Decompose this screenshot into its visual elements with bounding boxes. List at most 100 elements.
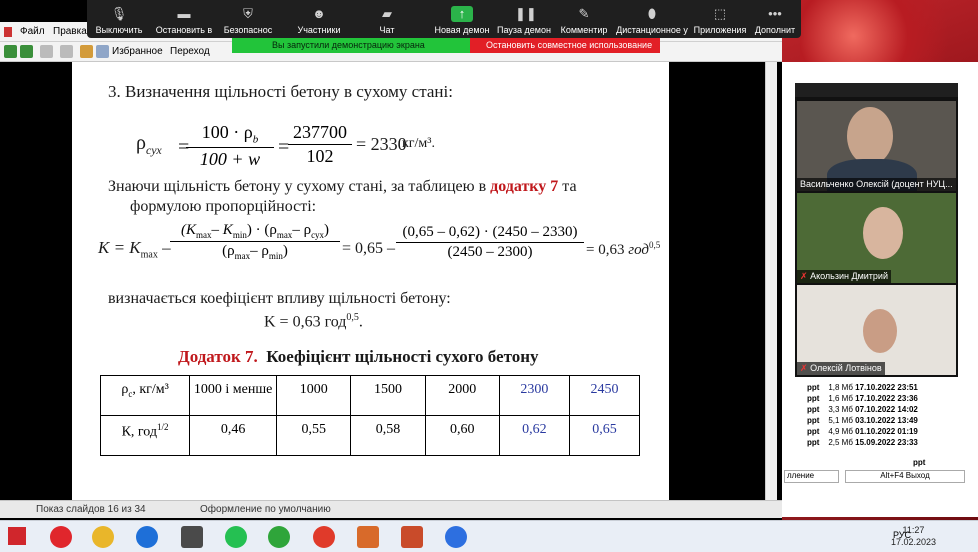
teamviewer-icon[interactable] — [136, 526, 158, 548]
pause-icon: ❚❚ — [515, 6, 537, 21]
density-result: = 2330 — [356, 134, 407, 154]
recycle-bin-label[interactable]: Корзина — [920, 490, 950, 499]
density-table: ρc, кг/м³ 1000 і менше 1000 1500 2000 23… — [99, 375, 641, 456]
k-mid: = 0,65 – — [342, 240, 396, 257]
table-cell: 0,60 — [424, 415, 500, 456]
formula-fraction-2: 237700 102 — [288, 122, 352, 167]
k-final: K = 0,63 год0,5. — [264, 312, 363, 331]
stop-sharing-button[interactable]: Остановить совместное использование — [470, 38, 660, 53]
start-icon[interactable] — [8, 527, 26, 545]
gp-icon[interactable] — [181, 526, 203, 548]
new-share-button[interactable]: ↑ Новая демон — [431, 0, 493, 38]
vertical-scrollbar[interactable] — [765, 62, 777, 517]
favorites-menu[interactable]: Избранное — [112, 46, 163, 57]
home-icon[interactable] — [80, 45, 93, 58]
participant-face — [847, 107, 893, 165]
slide-counter: Показ слайдов 16 из 34 — [36, 504, 146, 515]
table-cell: 2300 — [498, 375, 570, 416]
opera-icon[interactable] — [50, 526, 72, 548]
zoom-toolbar: 🎙 Выключить ▬ Остановить в ⛨ Безопаснос ☻ Уч… — [87, 0, 801, 38]
mouse-icon: ⬮ — [647, 6, 657, 21]
participants-icon: ☻ — [312, 6, 326, 21]
table-row: К, год1/2 0,46 0,55 0,58 0,60 0,62 0,65 — [99, 415, 641, 456]
zoom-video-panel: Васильченко Олексій (доцент НУЦ... ✗ Ако… — [795, 83, 958, 378]
formula-fraction-1: 100 · ρb 100 + w — [186, 122, 274, 170]
clock[interactable]: 11:27 17.02.2023 — [891, 524, 936, 548]
page-icon[interactable] — [40, 45, 53, 58]
table-header-cell: ρc, кг/м³ — [99, 375, 191, 416]
pause-share-button[interactable]: ❚❚ Пауза демон — [495, 0, 553, 38]
table-cell: 1000 і менше — [189, 375, 278, 416]
zoom-app-icon[interactable] — [445, 526, 467, 548]
mute-button[interactable]: 🎙 Выключить — [89, 0, 149, 38]
k-formula-left: K = Kmax – — [98, 238, 171, 261]
go-menu[interactable]: Переход — [170, 46, 210, 57]
appendix-title: Додаток 7. Коефіцієнт щільності сухого б… — [178, 347, 539, 366]
table-cell: 2450 — [568, 375, 641, 416]
video-panel-header — [795, 83, 958, 97]
stop-video-button[interactable]: ▬ Остановить в — [151, 0, 217, 38]
security-button[interactable]: ⛨ Безопаснос — [219, 0, 277, 38]
section-heading: 3. Визначення щільності бетону в сухому … — [108, 82, 453, 101]
table-cell: 1000 — [276, 375, 352, 416]
participant-name: ✗ Акользин Дмитрий — [797, 270, 891, 283]
annotate-icon: ✎ — [578, 6, 590, 21]
participants-button[interactable]: ☻ Участники — [287, 0, 351, 38]
file-panel-footer: ppt — [913, 458, 926, 467]
video-icon: ▬ — [177, 6, 191, 21]
search-icon[interactable] — [96, 45, 109, 58]
file-list: ppt 1,8 Мб 17.10.2022 23:51 ppt 1,6 Мб 1… — [795, 377, 958, 455]
app-icon[interactable] — [357, 526, 379, 548]
table-cell: 1500 — [350, 375, 426, 416]
table-cell: 0,65 — [568, 415, 641, 456]
k-numeric-fraction: (0,65 – 0,62) · (2450 – 2330) (2450 – 23… — [396, 224, 584, 261]
apps-button[interactable]: ⬚ Приложения — [693, 0, 747, 38]
yandex-icon[interactable] — [313, 526, 335, 548]
apps-icon: ⬚ — [713, 6, 727, 21]
exit-button[interactable]: Alt+F4 Выход — [845, 470, 965, 483]
rho-dry-symbol: ρсух — [136, 132, 162, 157]
muted-icon: ✗ — [800, 363, 808, 373]
remote-control-button[interactable]: ⬮ Дистанционное у — [615, 0, 689, 38]
video-tile[interactable]: ✗ Олексій Лотвінов — [797, 285, 956, 375]
video-tile[interactable]: ✗ Акользин Дмитрий — [797, 193, 956, 283]
list-item[interactable]: ppt 1,6 Мб 17.10.2022 23:36 — [807, 394, 918, 405]
app-icon — [4, 27, 12, 37]
table-cell: 2000 — [424, 375, 500, 416]
cancel-button[interactable]: лление — [784, 470, 839, 483]
table-cell: 0,55 — [276, 415, 352, 456]
list-item[interactable]: ppt 2,5 Мб 15.09.2022 23:33 — [807, 438, 918, 449]
share-notice-bar: Вы запустили демонстрацию экрана Останов… — [232, 38, 660, 53]
table-cell: 0,46 — [189, 415, 278, 456]
whatsapp-icon[interactable] — [225, 526, 247, 548]
appendix-link[interactable]: додатку 7 — [490, 178, 558, 195]
list-item[interactable]: ppt 5,1 Мб 03.10.2022 13:49 — [807, 416, 918, 427]
list-item[interactable]: ppt 4,9 Мб 01.10.2022 01:19 — [807, 427, 918, 438]
k-result: = 0,63 год0,5 — [586, 240, 661, 258]
annotate-button[interactable]: ✎ Комментир — [557, 0, 611, 38]
paragraph-1-cont: формулою пропорційності: — [130, 198, 317, 215]
menu-edit[interactable]: Правка — [53, 26, 87, 37]
copy-icon[interactable] — [60, 45, 73, 58]
chat-button[interactable]: ▰ Чат — [367, 0, 407, 38]
forward-icon[interactable] — [20, 45, 33, 58]
menu-file[interactable]: Файл — [20, 26, 45, 37]
more-icon: ••• — [768, 6, 782, 21]
back-icon[interactable] — [4, 45, 17, 58]
utorrent-icon[interactable] — [268, 526, 290, 548]
density-unit: кг/м³. — [402, 136, 435, 151]
more-button[interactable]: ••• Дополнит — [751, 0, 799, 38]
participant-name: ✗ Олексій Лотвінов — [797, 362, 885, 375]
powerpoint-icon[interactable] — [401, 526, 423, 548]
list-item[interactable]: ppt 1,8 Мб 17.10.2022 23:51 — [807, 383, 918, 394]
list-item[interactable]: ppt 3,3 Мб 07.10.2022 14:02 — [807, 405, 918, 416]
table-cell: 0,62 — [498, 415, 570, 456]
chat-icon: ▰ — [382, 6, 392, 21]
status-bar: Показ слайдов 16 из 34 Оформление по умо… — [0, 500, 782, 518]
table-row: ρc, кг/м³ 1000 і менше 1000 1500 2000 23… — [99, 375, 641, 416]
video-tile[interactable]: Васильченко Олексій (доцент НУЦ... — [797, 101, 956, 191]
chrome-icon[interactable] — [92, 526, 114, 548]
table-cell: 0,58 — [350, 415, 426, 456]
design-name: Оформление по умолчанию — [200, 504, 331, 515]
share-screen-icon: ↑ — [451, 6, 473, 22]
